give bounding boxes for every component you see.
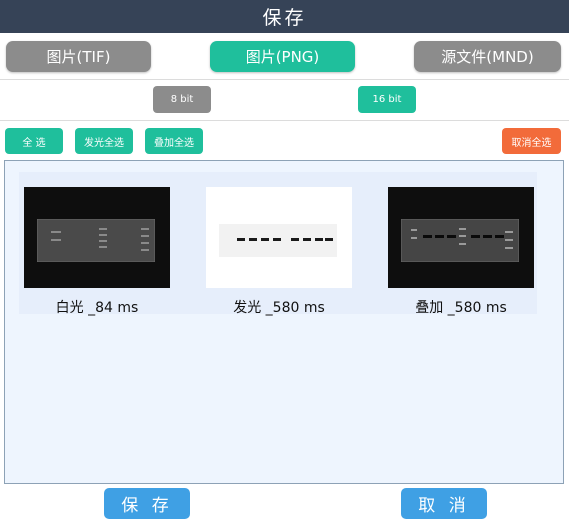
save-label: 保 存 xyxy=(121,496,173,516)
tab-mnd[interactable]: 源文件(MND) xyxy=(414,41,561,72)
tab-mnd-label: 源文件(MND) xyxy=(441,48,534,66)
bit-16-button[interactable]: 16 bit xyxy=(358,86,416,113)
tab-tif[interactable]: 图片(TIF) xyxy=(6,41,151,72)
image-thumbnail-white[interactable] xyxy=(24,187,170,288)
image-thumbnail-overlay[interactable] xyxy=(388,187,534,288)
cancel-button[interactable]: 取 消 xyxy=(401,488,487,519)
select-chemi-button[interactable]: 发光全选 xyxy=(75,128,133,154)
cancel-label: 取 消 xyxy=(418,496,470,516)
gel-image xyxy=(219,224,337,257)
image-list-row: 白光 _84 ms 发光 _580 ms 叠加 _580 ms xyxy=(19,172,537,316)
save-button[interactable]: 保 存 xyxy=(104,488,190,519)
select-overlay-label: 叠加全选 xyxy=(154,137,194,149)
divider xyxy=(0,79,569,80)
image-caption: 白光 _84 ms xyxy=(55,300,139,316)
tab-tif-label: 图片(TIF) xyxy=(46,48,111,66)
gel-image xyxy=(401,219,519,262)
select-chemi-label: 发光全选 xyxy=(84,137,124,149)
tab-png[interactable]: 图片(PNG) xyxy=(210,41,355,72)
select-all-label: 全 选 xyxy=(22,137,46,149)
title-bar: 保存 xyxy=(0,0,569,33)
bit-8-label: 8 bit xyxy=(170,94,194,105)
select-all-button[interactable]: 全 选 xyxy=(5,128,63,154)
image-list-panel: 白光 _84 ms 发光 _580 ms 叠加 _580 ms xyxy=(4,160,564,484)
gel-image xyxy=(37,219,155,262)
bit-8-button[interactable]: 8 bit xyxy=(153,86,211,113)
divider xyxy=(0,120,569,121)
bit-16-label: 16 bit xyxy=(372,94,402,105)
image-caption: 发光 _580 ms xyxy=(233,300,325,316)
select-overlay-button[interactable]: 叠加全选 xyxy=(145,128,203,154)
tab-png-label: 图片(PNG) xyxy=(245,48,320,66)
image-caption: 叠加 _580 ms xyxy=(415,300,507,316)
deselect-all-label: 取消全选 xyxy=(511,137,552,149)
image-thumbnail-chemi[interactable] xyxy=(206,187,352,288)
page-title: 保存 xyxy=(262,7,307,29)
deselect-all-button[interactable]: 取消全选 xyxy=(502,128,561,154)
